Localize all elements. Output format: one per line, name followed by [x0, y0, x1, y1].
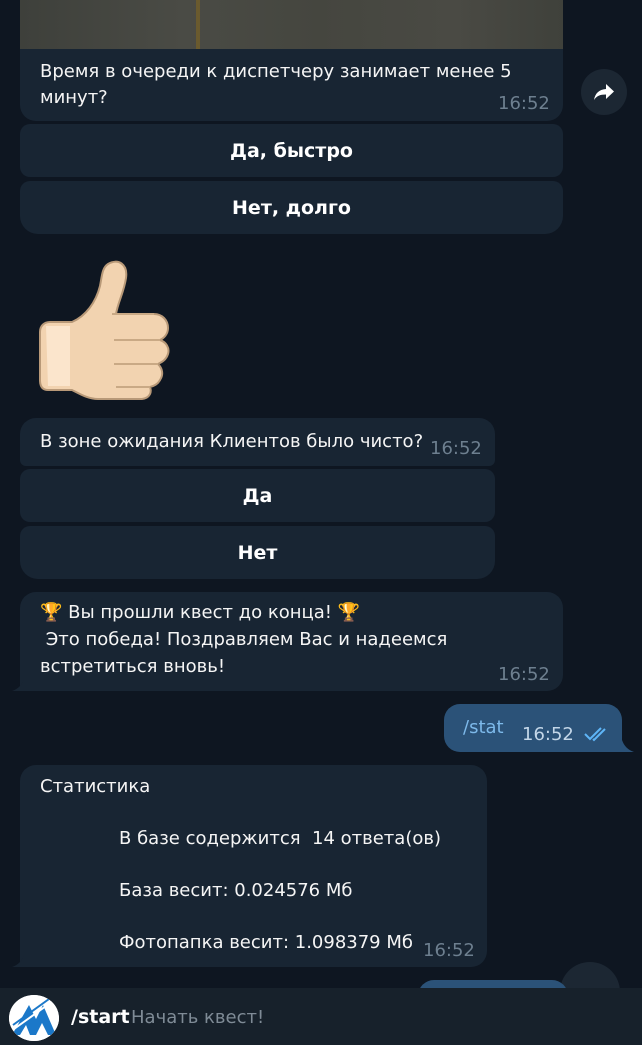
message-clean-question: В зоне ожидания Клиентов было чисто? 16:…	[20, 418, 495, 466]
chat-area: Время в очереди к диспетчеру занимает ме…	[0, 0, 642, 1045]
message-time: 16:52	[430, 438, 482, 459]
inline-button-no[interactable]: Нет	[20, 526, 495, 579]
photo-attachment[interactable]	[20, 0, 563, 49]
bubble-tail-icon	[12, 679, 24, 691]
message-time: 16:52	[498, 664, 550, 685]
forward-arrow-icon	[594, 84, 614, 100]
thumbs-up-icon	[39, 260, 170, 400]
message-quest-finished: 🏆 Вы прошли квест до конца! 🏆 Это победа…	[20, 592, 563, 691]
inline-button-no-slow[interactable]: Нет, долго	[20, 181, 563, 234]
statistics-line-db-size: База весит: 0.024576 Мб	[119, 880, 353, 901]
statistics-line-answers: В базе содержится 14 ответа(ов)	[119, 828, 441, 849]
message-time: 16:52	[522, 724, 574, 745]
message-text: /stat	[463, 717, 504, 738]
inline-button-yes-fast[interactable]: Да, быстро	[20, 124, 563, 177]
bot-logo	[9, 995, 59, 1041]
bot-avatar	[9, 995, 59, 1041]
bubble-tail-icon	[12, 955, 24, 967]
statistics-line-photo-size: Фотопапка весит: 1.098379 Мб	[119, 932, 413, 953]
message-statistics: Статистика В базе содержится 14 ответа(о…	[20, 765, 487, 967]
command-name[interactable]: /start	[71, 1006, 130, 1028]
message-queue-question: Время в очереди к диспетчеру занимает ме…	[20, 49, 563, 121]
double-check-icon	[584, 727, 606, 742]
statistics-title: Статистика	[40, 776, 151, 797]
message-time: 16:52	[423, 940, 475, 961]
command-description: Начать квест!	[131, 1007, 265, 1028]
inline-button-yes[interactable]: Да	[20, 469, 495, 522]
message-text-line: минут?	[40, 87, 108, 108]
message-text-line: Время в очереди к диспетчеру занимает ме…	[40, 61, 512, 82]
bubble-tail-out-icon	[622, 740, 634, 752]
message-time: 16:52	[498, 93, 550, 114]
message-user-stat: /stat 16:52	[444, 704, 622, 752]
message-text-line: 🏆 Вы прошли квест до конца! 🏆	[40, 602, 361, 623]
message-text-line: встретиться вновь!	[40, 656, 226, 677]
message-text-line: Это победа! Поздравляем Вас и надеемся	[40, 629, 448, 650]
forward-button[interactable]	[581, 69, 627, 115]
message-text: В зоне ожидания Клиентов было чисто?	[40, 431, 424, 452]
thumbs-up-sticker[interactable]	[36, 256, 176, 402]
